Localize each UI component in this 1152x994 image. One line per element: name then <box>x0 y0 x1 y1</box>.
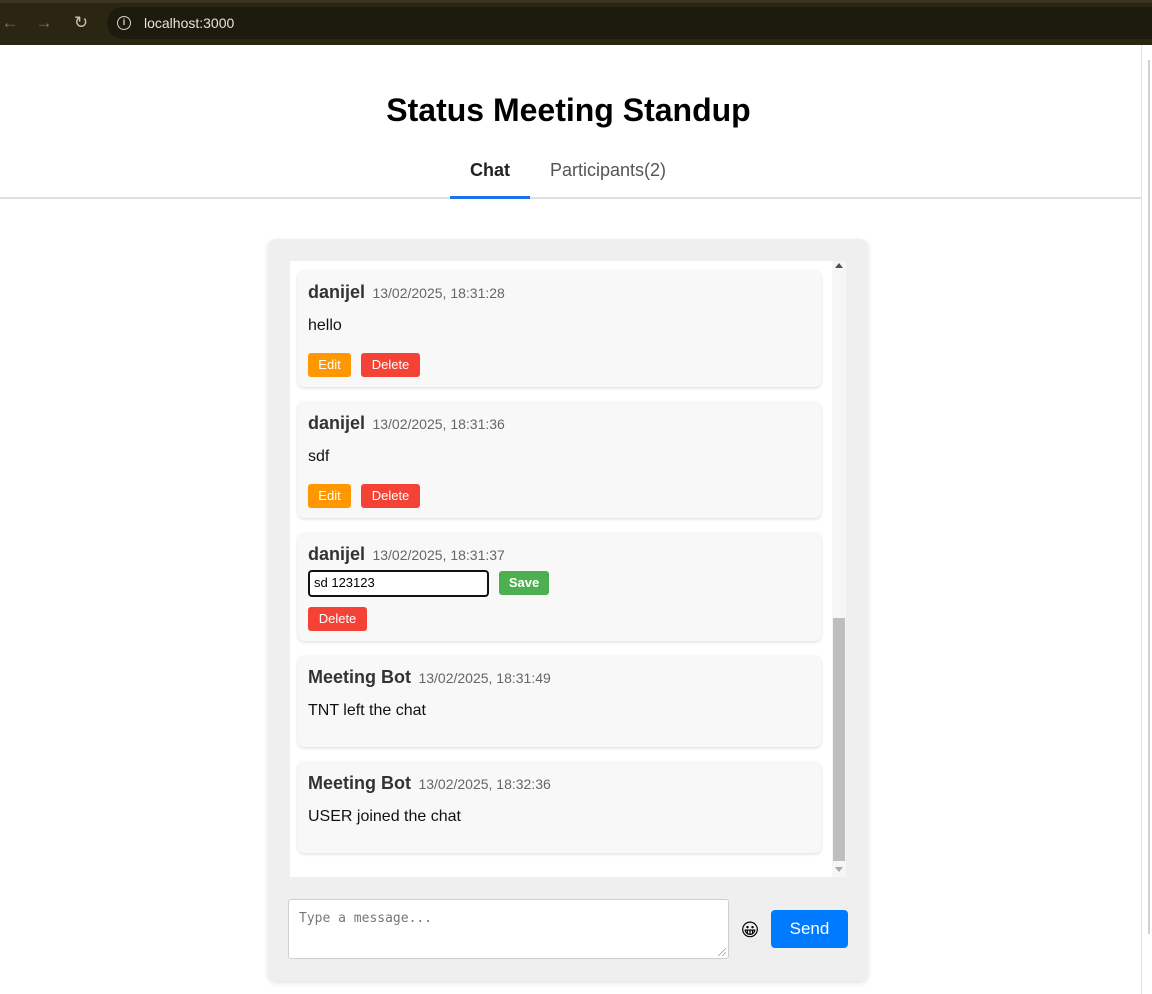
site-info-icon[interactable]: i <box>117 16 131 30</box>
message-text: sdf <box>308 448 330 465</box>
message-input-placeholder: Type a message... <box>299 911 433 926</box>
delete-button[interactable]: Delete <box>361 484 420 508</box>
message-text: USER joined the chat <box>308 808 461 825</box>
message-author: danijel <box>308 413 366 433</box>
message-header: Meeting Bot 13/02/2025, 18:31:49 <box>308 667 551 688</box>
message-timestamp: 13/02/2025, 18:32:36 <box>418 776 551 792</box>
tab-bar: Chat Participants(2) <box>0 156 1141 199</box>
message-timestamp: 13/02/2025, 18:31:36 <box>372 416 505 432</box>
resize-handle-icon[interactable] <box>718 948 726 956</box>
message-text: TNT left the chat <box>308 702 426 719</box>
page-scrollbar-track[interactable] <box>1141 45 1152 994</box>
delete-button[interactable]: Delete <box>361 353 420 377</box>
scroll-up-arrow-icon[interactable] <box>835 263 843 268</box>
forward-arrow-icon[interactable]: → <box>34 13 54 33</box>
edit-button[interactable]: Edit <box>308 353 351 377</box>
scroll-down-arrow-icon[interactable] <box>835 867 843 872</box>
message-list[interactable]: danijel 13/02/2025, 18:31:28 hello Edit … <box>290 261 846 877</box>
message-text: hello <box>308 317 342 334</box>
message-author: danijel <box>308 282 366 302</box>
message-timestamp: 13/02/2025, 18:31:28 <box>372 285 505 301</box>
message-item: danijel 13/02/2025, 18:31:36 sdf Edit De… <box>298 402 821 518</box>
message-header: danijel 13/02/2025, 18:31:28 <box>308 282 505 303</box>
message-item-editing: danijel 13/02/2025, 18:31:37 sd 123123 S… <box>298 533 821 641</box>
edit-message-input[interactable]: sd 123123 <box>308 570 489 597</box>
delete-button[interactable]: Delete <box>308 607 367 631</box>
message-header: danijel 13/02/2025, 18:31:36 <box>308 413 505 434</box>
edit-button[interactable]: Edit <box>308 484 351 508</box>
message-timestamp: 13/02/2025, 18:31:37 <box>372 547 505 563</box>
browser-toolbar: ← → ↻ i localhost:3000 <box>0 0 1152 45</box>
save-button[interactable]: Save <box>499 571 549 595</box>
message-author: danijel <box>308 544 366 564</box>
emoji-picker-icon[interactable]: 😀 <box>739 919 761 941</box>
chat-panel: danijel 13/02/2025, 18:31:28 hello Edit … <box>268 239 868 981</box>
message-header: danijel 13/02/2025, 18:31:37 <box>308 544 505 565</box>
send-button[interactable]: Send <box>771 910 848 948</box>
page-scrollbar-thumb[interactable] <box>1148 60 1150 934</box>
message-timestamp: 13/02/2025, 18:31:49 <box>418 670 551 686</box>
message-item: Meeting Bot 13/02/2025, 18:32:36 USER jo… <box>298 762 821 853</box>
message-item: danijel 13/02/2025, 18:31:28 hello Edit … <box>298 271 821 387</box>
address-bar[interactable]: i localhost:3000 <box>107 7 1152 39</box>
message-author: Meeting Bot <box>308 773 411 793</box>
message-input[interactable]: Type a message... <box>288 899 729 959</box>
message-header: Meeting Bot 13/02/2025, 18:32:36 <box>308 773 551 794</box>
message-list-scroll-thumb[interactable] <box>833 618 845 861</box>
tab-chat[interactable]: Chat <box>450 160 530 199</box>
back-arrow-icon[interactable]: ← <box>0 13 20 33</box>
url-text[interactable]: localhost:3000 <box>144 15 234 31</box>
reload-icon[interactable]: ↻ <box>71 13 91 33</box>
message-item: Meeting Bot 13/02/2025, 18:31:49 TNT lef… <box>298 656 821 747</box>
tab-participants[interactable]: Participants(2) <box>545 160 671 197</box>
message-author: Meeting Bot <box>308 667 411 687</box>
page-title: Status Meeting Standup <box>386 92 751 128</box>
message-list-scrollbar[interactable] <box>832 261 846 877</box>
